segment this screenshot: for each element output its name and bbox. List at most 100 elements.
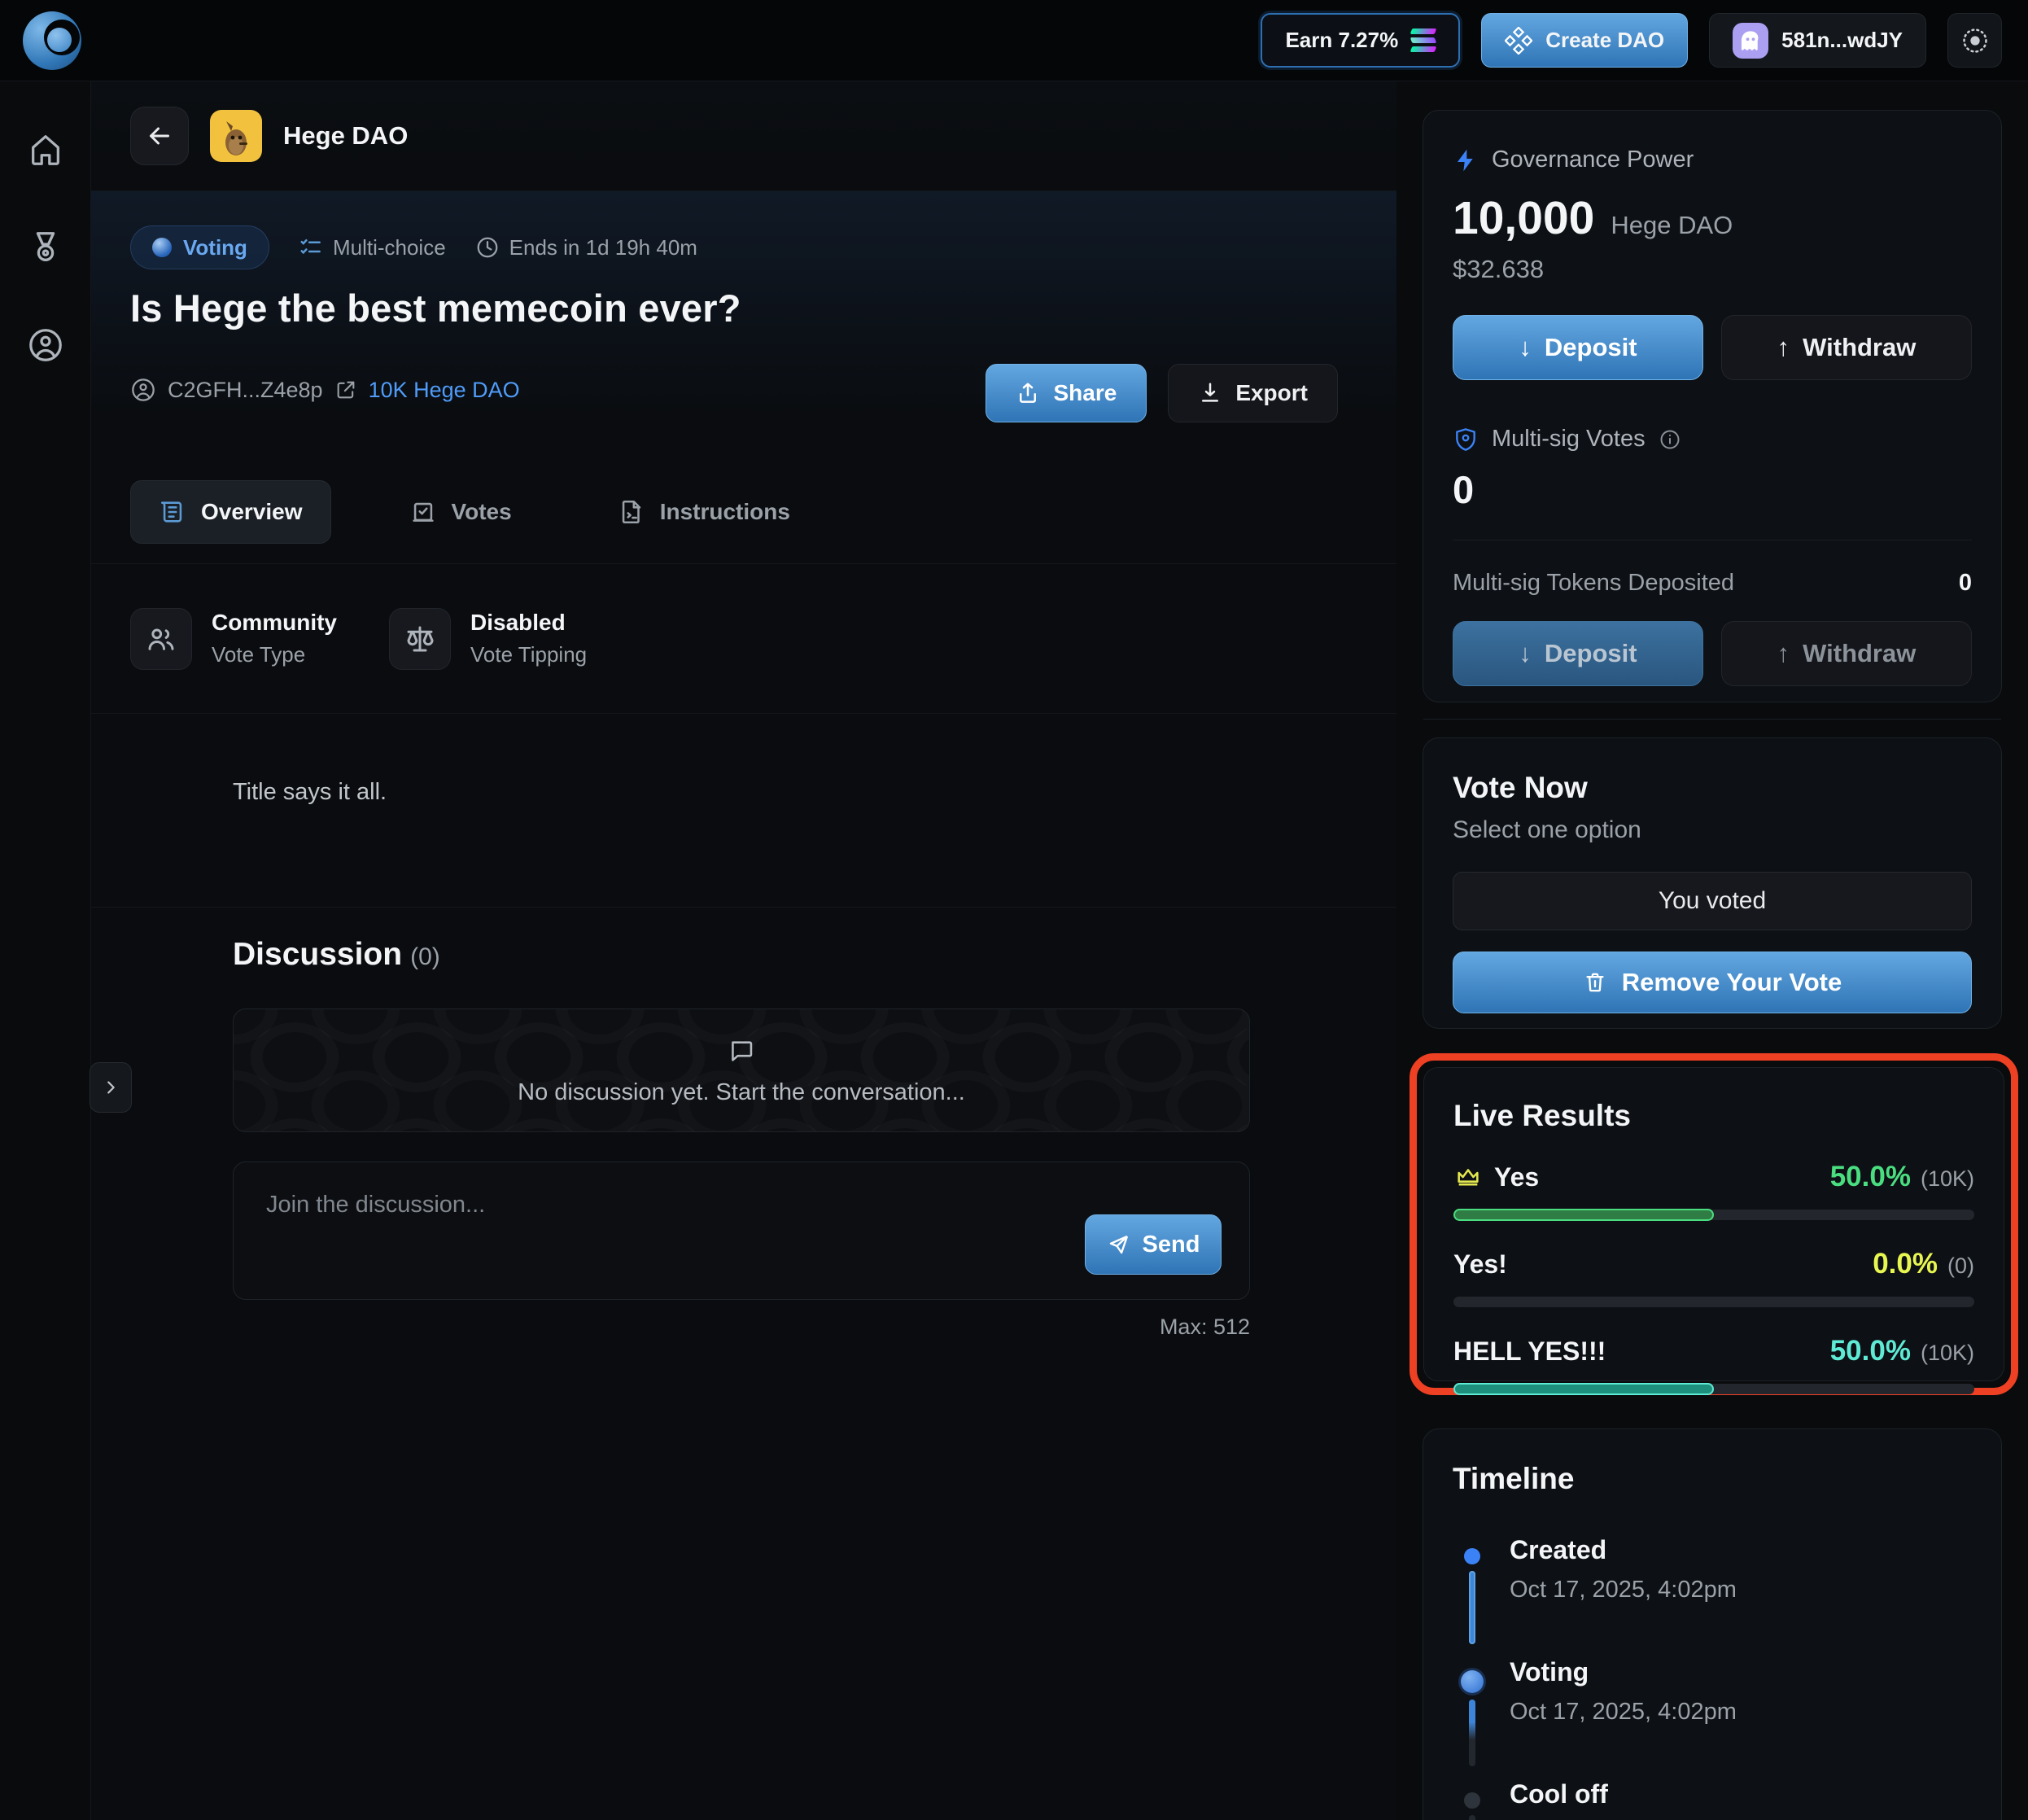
vote-tipping-item: Disabled Vote Tipping <box>389 608 587 670</box>
realms-logo-icon[interactable] <box>23 11 81 70</box>
home-icon[interactable] <box>24 129 67 171</box>
progress-track <box>1453 1297 1974 1307</box>
tab-votes[interactable]: Votes <box>382 480 540 544</box>
vote-type-label: Vote Type <box>212 642 337 667</box>
discussion-input-box: Send <box>233 1162 1250 1300</box>
earn-button[interactable]: Earn 7.27% <box>1261 13 1460 68</box>
timeline-entry: Voting Oct 17, 2025, 4:02pm <box>1453 1646 1972 1768</box>
crown-icon <box>1453 1163 1483 1191</box>
sun-icon <box>1961 27 1989 55</box>
governance-power-header: Governance Power <box>1453 147 1972 173</box>
result-option: Yes 50.0% (10K) <box>1453 1161 1974 1220</box>
vote-tipping-label: Vote Tipping <box>470 642 587 667</box>
live-results-title: Live Results <box>1453 1099 1974 1133</box>
vote-weight-link[interactable]: 10K Hege DAO <box>369 378 520 403</box>
author-row: C2GFH...Z4e8p 10K Hege DAO <box>130 377 520 403</box>
governance-token: Hege DAO <box>1611 211 1733 240</box>
progress-fill <box>1453 1383 1714 1395</box>
left-nav-rail <box>0 81 91 1820</box>
result-option: HELL YES!!! 50.0% (10K) <box>1453 1335 1974 1394</box>
share-button[interactable]: Share <box>986 364 1147 422</box>
tab-instructions[interactable]: Instructions <box>590 480 818 544</box>
vote-type-item: Community Vote Type <box>130 608 337 670</box>
proposal-description: Title says it all. <box>233 779 387 806</box>
ballot-icon <box>409 498 437 526</box>
timeline-connector <box>1469 1815 1475 1820</box>
proposal-title: Is Hege the best memecoin ever? <box>130 286 741 330</box>
medal-icon[interactable] <box>24 226 67 269</box>
speech-bubble-icon <box>725 1035 758 1068</box>
type-badge: Multi-choice <box>299 235 446 260</box>
discussion-max-length: Max: 512 <box>233 1315 1250 1340</box>
export-button[interactable]: Export <box>1168 364 1338 422</box>
trash-icon <box>1583 970 1607 995</box>
hero-actions: Share Export <box>986 364 1338 422</box>
ends-badge: Ends in 1d 19h 40m <box>475 235 697 260</box>
option-count: (0) <box>1947 1253 1974 1279</box>
multisig-votes-value: 0 <box>1453 467 1972 512</box>
theme-toggle-button[interactable] <box>1947 13 2002 68</box>
paper-plane-icon <box>1107 1232 1131 1257</box>
vote-now-title: Vote Now <box>1453 771 1972 805</box>
you-voted-box: You voted <box>1453 872 1972 930</box>
back-button[interactable] <box>130 107 189 165</box>
topbar: Earn 7.27% Create DAO <box>0 0 2028 81</box>
tab-overview[interactable]: Overview <box>130 480 331 544</box>
proposal-hero: Voting Multi-choice <box>91 191 1396 460</box>
badge-row: Voting Multi-choice <box>130 225 697 269</box>
discussion-empty-state: No discussion yet. Start the conversatio… <box>233 1008 1250 1132</box>
multisig-deposited-value: 0 <box>1959 570 1972 597</box>
option-label: Yes <box>1494 1162 1539 1192</box>
vote-now-panel: Vote Now Select one option You voted Rem… <box>1423 737 2002 1029</box>
create-dao-button[interactable]: Create DAO <box>1481 13 1688 68</box>
timeline-entry-date: Oct 17, 2025, 4:02pm <box>1510 1699 1737 1726</box>
scales-icon <box>389 608 451 670</box>
voting-dot-icon <box>152 238 172 257</box>
wallet-button[interactable]: 581n...wdJY <box>1709 13 1926 68</box>
timeline-dot <box>1464 1548 1480 1564</box>
dao-name: Hege DAO <box>283 121 408 151</box>
profile-icon[interactable] <box>24 324 67 366</box>
status-badge: Voting <box>130 225 269 269</box>
timeline-dot <box>1461 1670 1484 1693</box>
type-label: Multi-choice <box>333 235 446 260</box>
lightning-icon <box>1453 147 1479 173</box>
community-users-icon <box>130 608 192 670</box>
author-address[interactable]: C2GFH...Z4e8p <box>168 378 323 403</box>
governance-usd-value: $32.638 <box>1453 255 1972 284</box>
timeline-entry-label: Cool off <box>1510 1779 1737 1809</box>
external-link-icon[interactable] <box>334 378 357 401</box>
shield-icon <box>1453 427 1479 453</box>
progress-track <box>1453 1210 1974 1220</box>
tab-overview-label: Overview <box>201 499 303 525</box>
info-icon[interactable] <box>1659 428 1681 451</box>
option-label: Yes! <box>1453 1249 1507 1280</box>
wallet-address: 581n...wdJY <box>1781 28 1903 53</box>
multisig-withdraw-button[interactable]: ↑ Withdraw <box>1721 621 1972 686</box>
progress-fill <box>1453 1209 1714 1221</box>
multisig-votes-label: Multi-sig Votes <box>1492 426 1646 453</box>
discussion-count: (0) <box>410 943 440 970</box>
governance-power-label: Governance Power <box>1492 147 1694 173</box>
sidebar-expand-button[interactable] <box>90 1062 132 1113</box>
multisig-deposit-button[interactable]: ↓ Deposit <box>1453 621 1703 686</box>
hege-dao-avatar[interactable] <box>210 110 262 162</box>
file-code-icon <box>618 498 645 526</box>
arrow-down-icon: ↓ <box>1519 333 1532 362</box>
timeline-entry-label: Created <box>1510 1535 1737 1565</box>
deposit-button[interactable]: ↓ Deposit <box>1453 315 1703 380</box>
timeline-entry: Cool off Oct 20, 2025, 4:02pm <box>1453 1768 1972 1820</box>
share-icon <box>1016 381 1040 405</box>
arrow-up-icon: ↑ <box>1777 639 1790 668</box>
timeline-connector <box>1469 1571 1475 1644</box>
result-option: Yes! 0.0% (0) <box>1453 1248 1974 1307</box>
app-root: Earn 7.27% Create DAO <box>0 0 2028 1820</box>
author-avatar-icon <box>130 377 156 403</box>
multisig-deposited-row: Multi-sig Tokens Deposited 0 <box>1453 570 1972 597</box>
remove-vote-button[interactable]: Remove Your Vote <box>1453 952 1972 1013</box>
discussion-empty-text: No discussion yet. Start the conversatio… <box>518 1079 965 1106</box>
send-button[interactable]: Send <box>1085 1214 1222 1275</box>
withdraw-button[interactable]: ↑ Withdraw <box>1721 315 1972 380</box>
timeline-dot <box>1464 1792 1480 1809</box>
clock-icon <box>475 235 500 260</box>
